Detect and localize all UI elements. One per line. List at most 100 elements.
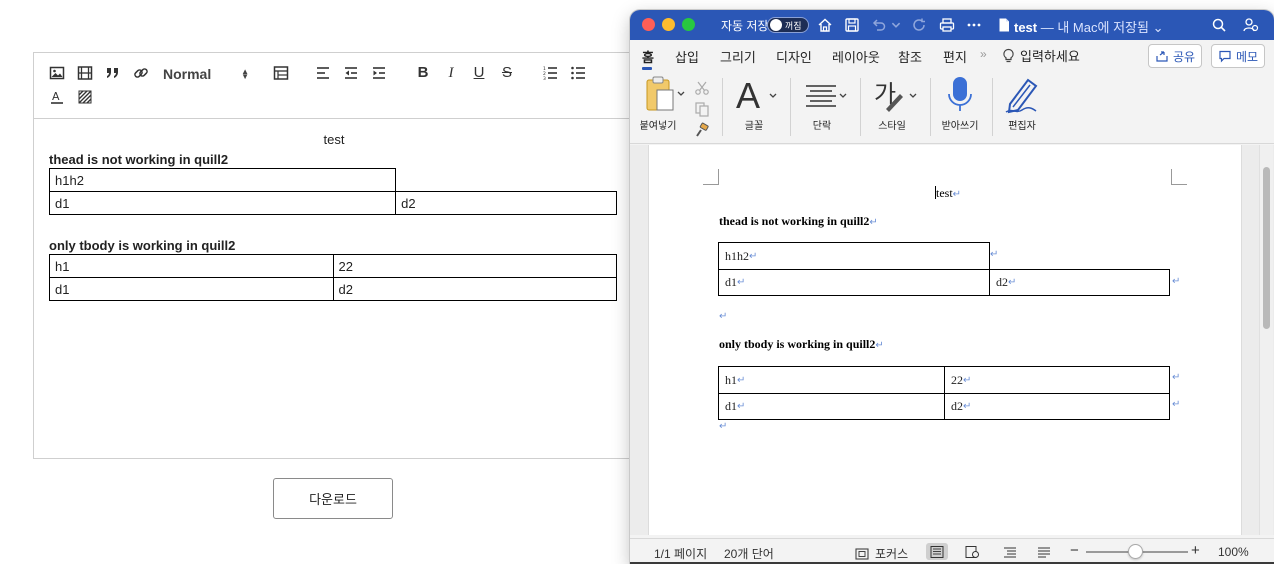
italic-button[interactable]: I <box>442 64 460 82</box>
table-cell[interactable] <box>396 169 617 192</box>
chevron-down-icon: ⌄ <box>1152 20 1164 35</box>
scrollbar-thumb[interactable] <box>1263 167 1270 329</box>
more-icon[interactable] <box>965 16 983 34</box>
copy-icon[interactable] <box>694 101 710 117</box>
minimize-window-button[interactable] <box>662 18 675 31</box>
more-tabs-icon[interactable]: » <box>980 47 987 61</box>
text-color-icon[interactable]: A <box>48 88 66 106</box>
document-save-location: — 내 Mac에 저장됨 <box>1040 20 1149 35</box>
clipboard-icon <box>646 76 685 111</box>
video-icon[interactable] <box>76 64 94 82</box>
zoom-in-button[interactable]: + <box>1191 542 1200 559</box>
web-layout-view-button[interactable] <box>961 543 983 560</box>
cut-icon[interactable] <box>694 80 710 96</box>
align-left-icon[interactable] <box>314 64 332 82</box>
table-row: d1 d2 <box>49 277 617 301</box>
word-count[interactable]: 20개 단어 <box>724 545 774 562</box>
zoom-slider-thumb[interactable] <box>1128 544 1143 559</box>
share-button[interactable]: 공유 <box>1148 44 1203 68</box>
zoom-out-button[interactable]: − <box>1070 542 1079 559</box>
table-cell[interactable]: d1 <box>48 191 397 215</box>
vertical-scrollbar[interactable] <box>1259 145 1273 535</box>
clean-format-icon[interactable] <box>76 88 94 106</box>
close-window-button[interactable] <box>642 18 655 31</box>
memo-button[interactable]: 메모 <box>1211 44 1266 68</box>
title-bar: 자동 저장 꺼짐 test — 내 Mac에 저장됨 ⌄ <box>630 10 1274 40</box>
image-icon[interactable] <box>48 64 66 82</box>
zoom-level[interactable]: 100% <box>1218 545 1249 559</box>
status-bar: 1/1 페이지 20개 단어 포커스 − + 100% <box>630 538 1274 564</box>
word-table-cell[interactable]: d2 ↵ <box>944 393 1170 420</box>
account-icon[interactable] <box>1242 16 1260 34</box>
page-count[interactable]: 1/1 페이지 <box>654 545 707 562</box>
dictate-button[interactable]: 받아쓰기 <box>940 74 980 132</box>
table-icon[interactable] <box>272 64 290 82</box>
quill-table-2[interactable]: h1 22 d1 d2 <box>49 254 617 301</box>
search-icon[interactable] <box>1210 16 1228 34</box>
focus-button[interactable]: 포커스 <box>855 545 908 562</box>
bullet-list-icon[interactable] <box>569 64 587 82</box>
word-table-cell[interactable]: h1h2 ↵ <box>718 242 990 270</box>
header-select[interactable]: Normal ▲ ▼ <box>163 64 249 84</box>
draft-view-button[interactable] <box>1033 543 1055 560</box>
empty-paragraph-mark: ↵ <box>719 311 728 322</box>
tell-me-search[interactable]: 입력하세요 <box>1002 46 1080 65</box>
paragraph-label: 단락 <box>812 121 832 132</box>
autosave-toggle[interactable]: 꺼짐 <box>767 17 809 33</box>
table-cell[interactable]: d1 <box>49 277 334 301</box>
tab-references[interactable]: 참조 <box>898 47 922 66</box>
outline-view-button[interactable] <box>999 543 1021 560</box>
word-window: 자동 저장 꺼짐 test — 내 Mac에 저장됨 ⌄ 홈 삽입 그리기 디자… <box>630 10 1274 564</box>
word-table-cell[interactable]: d1 ↵ <box>718 269 990 296</box>
quill-editor: Normal ▲ ▼ B I U S 123 A test thead is n… <box>33 52 633 459</box>
underline-button[interactable]: U <box>470 64 488 82</box>
word-table-cell[interactable]: 22 ↵ <box>944 366 1170 394</box>
outdent-icon[interactable] <box>342 64 360 82</box>
styles-button[interactable]: 가 스타일 <box>872 74 920 132</box>
svg-text:3: 3 <box>543 76 546 81</box>
undo-icon[interactable] <box>870 16 888 34</box>
end-of-row-mark: ↵ <box>1172 276 1181 287</box>
format-painter-icon[interactable] <box>694 122 710 138</box>
editor-button[interactable]: 편집자 <box>1002 74 1042 132</box>
word-table-cell[interactable]: h1 ↵ <box>718 366 945 394</box>
heading-thead: thead is not working in quill2 <box>49 152 229 167</box>
download-button[interactable]: 다운로드 <box>273 478 393 519</box>
outline-icon <box>1004 547 1016 557</box>
tab-draw[interactable]: 그리기 <box>720 47 756 66</box>
styles-icon: 가 <box>874 80 917 112</box>
blockquote-icon[interactable] <box>104 64 122 82</box>
home-icon[interactable] <box>816 16 834 34</box>
print-layout-view-button[interactable] <box>926 543 948 560</box>
word-table-cell[interactable]: d2 ↵ <box>989 269 1170 296</box>
document-title[interactable]: test — 내 Mac에 저장됨 ⌄ <box>1014 17 1163 36</box>
table-cell[interactable]: h1 <box>49 254 334 278</box>
table-cell[interactable]: h1h2 <box>48 168 397 192</box>
zoom-window-button[interactable] <box>682 18 695 31</box>
table-cell[interactable]: d2 <box>395 191 617 215</box>
tab-insert[interactable]: 삽입 <box>675 47 699 66</box>
paragraph-icon <box>806 85 847 107</box>
tab-mailings[interactable]: 편지 <box>943 47 967 66</box>
quill-table-1[interactable]: h1h2 d1 d2 <box>48 168 617 215</box>
redo-icon[interactable] <box>910 16 928 34</box>
bold-button[interactable]: B <box>414 64 432 82</box>
table-cell[interactable]: 22 <box>332 254 617 278</box>
font-button[interactable]: A 글꼴 <box>734 74 780 132</box>
tab-layout[interactable]: 레이아웃 <box>832 47 880 66</box>
print-icon[interactable] <box>938 16 956 34</box>
tab-home[interactable]: 홈 <box>642 47 654 66</box>
save-icon[interactable] <box>843 16 861 34</box>
tab-design[interactable]: 디자인 <box>776 47 812 66</box>
paste-button[interactable]: 붙여넣기 <box>640 74 686 132</box>
strike-button[interactable]: S <box>498 64 516 82</box>
paragraph-button[interactable]: 단락 <box>802 74 850 132</box>
chevron-down-icon[interactable] <box>890 16 902 34</box>
quill-content[interactable]: test thead is not working in quill2 h1h2… <box>48 119 619 301</box>
indent-icon[interactable] <box>370 64 388 82</box>
document-page[interactable]: test↵ thead is not working in quill2↵ h1… <box>648 145 1242 535</box>
word-table-cell[interactable]: d1 ↵ <box>718 393 945 420</box>
table-cell[interactable]: d2 <box>332 277 617 301</box>
link-icon[interactable] <box>132 64 150 82</box>
ordered-list-icon[interactable]: 123 <box>541 64 559 82</box>
